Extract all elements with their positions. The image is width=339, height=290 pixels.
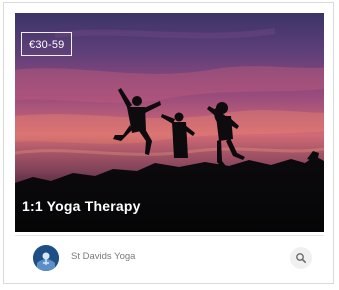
provider-avatar[interactable] [33, 245, 59, 271]
provider-name[interactable]: St Davids Yoga [71, 250, 135, 264]
search-icon [296, 253, 306, 263]
provider-logo-icon [33, 245, 59, 271]
card-footer: St Davids Yoga [15, 235, 324, 280]
card-title[interactable]: 1:1 Yoga Therapy [22, 197, 141, 215]
hero-image[interactable]: €30-59 1:1 Yoga Therapy [15, 13, 324, 232]
search-button[interactable] [290, 247, 312, 269]
listing-card[interactable]: €30-59 1:1 Yoga Therapy St Davids Yoga [3, 2, 334, 284]
price-badge: €30-59 [21, 32, 73, 56]
